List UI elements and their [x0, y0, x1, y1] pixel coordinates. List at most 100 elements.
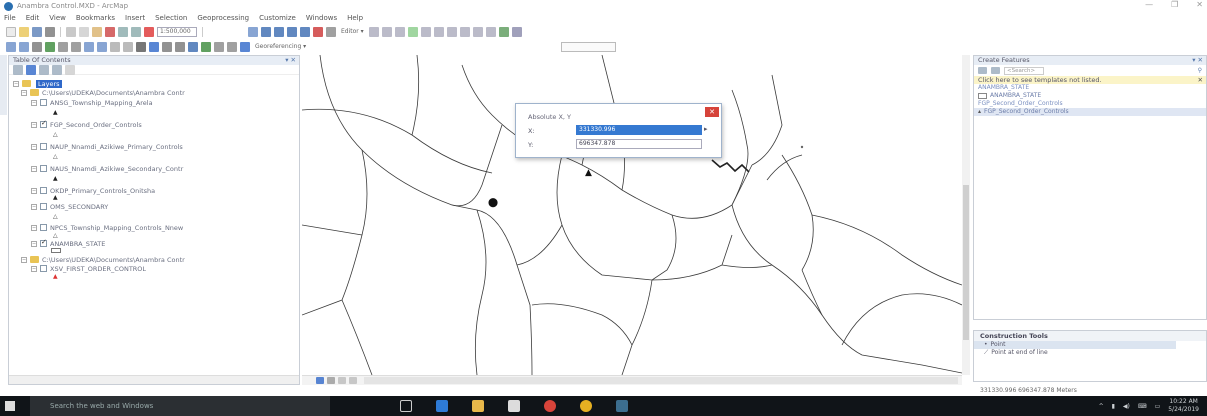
close-window-button[interactable]: ✕ — [1196, 0, 1203, 9]
notifications-icon[interactable]: ▭ — [1155, 403, 1161, 410]
chrome-browser-icon[interactable] — [580, 400, 592, 412]
python-icon[interactable] — [313, 26, 323, 37]
paste-icon[interactable] — [92, 26, 102, 37]
layer-visibility-checkbox[interactable] — [40, 265, 47, 272]
collapse-icon[interactable]: − — [31, 265, 37, 272]
clear-selection-icon[interactable] — [123, 41, 133, 52]
dialog-close-button[interactable]: ✕ — [705, 107, 719, 117]
layout-icon[interactable] — [511, 26, 522, 37]
toc-layer-row[interactable]: − FGP_Second_Order_Controls — [31, 119, 142, 129]
point-tool[interactable]: • Point — [974, 341, 1176, 349]
collapse-icon[interactable]: − — [31, 99, 37, 106]
collapse-icon[interactable]: − — [31, 224, 37, 231]
catalog-icon[interactable] — [274, 26, 284, 37]
template-group[interactable]: ANAMBRA_STATE — [974, 84, 1206, 92]
tray-chevron-icon[interactable]: ^ — [1099, 403, 1104, 410]
rotate-icon[interactable] — [459, 26, 470, 37]
search-icon[interactable]: ⚲ — [1198, 67, 1202, 74]
layer-visibility-checkbox[interactable] — [40, 238, 47, 247]
x-coordinate-input[interactable]: 331330.996 — [576, 125, 702, 135]
map-vertical-scrollbar[interactable] — [962, 55, 970, 375]
print-icon[interactable] — [45, 26, 55, 37]
menu-edit[interactable]: Edit — [26, 14, 40, 22]
maximize-button[interactable]: ❐ — [1171, 0, 1178, 9]
task-view-icon[interactable] — [400, 400, 412, 412]
select-elements-icon[interactable] — [136, 41, 146, 52]
filter-icon[interactable] — [991, 67, 1000, 74]
map-horizontal-scrollbar[interactable] — [364, 377, 958, 384]
template-item[interactable]: ▴ FGP_Second_Order_Controls — [974, 108, 1206, 116]
table-icon[interactable] — [261, 26, 271, 37]
menu-view[interactable]: View — [49, 14, 66, 22]
open-folder-icon[interactable] — [19, 26, 29, 37]
list-by-source-icon[interactable] — [26, 64, 36, 75]
menu-insert[interactable]: Insert — [125, 14, 145, 22]
collapse-icon[interactable]: − — [31, 143, 37, 150]
toc-layer-row[interactable]: − OMS_SECONDARY — [31, 202, 108, 211]
toc-folder-row[interactable]: − C:\Users\UDEKA\Documents\Anambra Contr — [21, 88, 185, 97]
edit-vertices-icon[interactable] — [407, 26, 418, 37]
identify-icon[interactable] — [149, 41, 159, 52]
editor-toolbar-icon[interactable] — [248, 26, 258, 37]
volume-icon[interactable]: ◀) — [1123, 403, 1130, 410]
control-point-marker[interactable]: ⬤ — [488, 198, 498, 208]
toc-layer-row[interactable]: − NAUS_Nnamdi_Azikiwe_Secondary_Contr — [31, 164, 183, 173]
toc-layer-row[interactable]: − NPCS_Township_Mapping_Controls_Nnew — [31, 223, 183, 232]
toc-layer-row[interactable]: − XSV_FIRST_ORDER_CONTROL — [31, 264, 146, 273]
search-window-icon[interactable] — [287, 26, 297, 37]
template-item[interactable]: ANAMBRA_STATE — [974, 92, 1206, 100]
trace-icon[interactable] — [394, 26, 405, 37]
data-view-icon[interactable] — [316, 377, 324, 384]
organize-templates-icon[interactable] — [978, 67, 987, 74]
menu-help[interactable]: Help — [347, 14, 363, 22]
forward-extent-icon[interactable] — [97, 41, 107, 52]
taskbar-clock[interactable]: 10:22 AM 5/24/2019 — [1168, 398, 1199, 414]
georeferencing-menu[interactable]: Georeferencing ▾ — [253, 43, 308, 50]
new-document-icon[interactable] — [6, 26, 16, 37]
edit-tool-icon[interactable] — [368, 26, 379, 37]
layer-visibility-checkbox[interactable] — [40, 165, 47, 172]
select-features-icon[interactable] — [110, 41, 120, 52]
cut-icon[interactable] — [66, 26, 76, 37]
reshape-icon[interactable] — [420, 26, 431, 37]
toc-horizontal-scrollbar[interactable] — [9, 375, 299, 384]
go-to-xy-icon[interactable] — [214, 41, 224, 52]
attributes-icon[interactable] — [472, 26, 483, 37]
split-icon[interactable] — [446, 26, 457, 37]
create-features-icon[interactable] — [498, 26, 509, 37]
georef-layer-combo[interactable] — [561, 41, 617, 52]
layout-view-icon[interactable] — [327, 377, 335, 384]
layer-visibility-checkbox[interactable] — [40, 119, 47, 128]
panel-close-icon[interactable]: ▾ ✕ — [1192, 56, 1203, 65]
collapse-icon[interactable]: − — [31, 165, 37, 172]
html-popup-icon[interactable] — [162, 41, 172, 52]
side-dock-tabs[interactable] — [0, 55, 7, 115]
find-icon[interactable] — [188, 41, 198, 52]
straight-segment-icon[interactable] — [381, 26, 392, 37]
cut-polygons-icon[interactable] — [433, 26, 444, 37]
toc-layer-row[interactable]: − NAUP_Nnamdi_Azikiwe_Primary_Controls — [31, 142, 183, 151]
layer-visibility-checkbox[interactable] — [40, 143, 47, 150]
pan-icon[interactable] — [32, 41, 42, 52]
y-coordinate-input[interactable]: 696347.878 — [576, 139, 702, 149]
collapse-icon[interactable]: − — [31, 240, 37, 247]
scroll-thumb[interactable] — [963, 185, 969, 340]
map-scale-input[interactable]: 1:500,000 — [157, 26, 197, 37]
editor-menu[interactable]: Editor ▾ — [339, 28, 366, 35]
time-slider-icon[interactable] — [227, 41, 237, 52]
menu-bookmarks[interactable]: Bookmarks — [76, 14, 115, 22]
zoom-in-icon[interactable] — [6, 41, 16, 52]
add-data-icon[interactable] — [144, 26, 154, 37]
store-icon[interactable] — [508, 400, 520, 412]
toc-options-icon[interactable] — [65, 64, 75, 75]
list-by-visibility-icon[interactable] — [39, 64, 49, 75]
menu-selection[interactable]: Selection — [155, 14, 187, 22]
save-icon[interactable] — [32, 26, 42, 37]
fixed-zoom-out-icon[interactable] — [71, 41, 81, 52]
template-group[interactable]: FGP_Second_Order_Controls — [974, 100, 1206, 108]
edge-browser-icon[interactable] — [436, 400, 448, 412]
collapse-icon[interactable]: − — [31, 203, 37, 210]
layer-visibility-checkbox[interactable] — [40, 203, 47, 210]
collapse-icon[interactable]: − — [21, 256, 27, 263]
start-button[interactable] — [0, 396, 20, 416]
